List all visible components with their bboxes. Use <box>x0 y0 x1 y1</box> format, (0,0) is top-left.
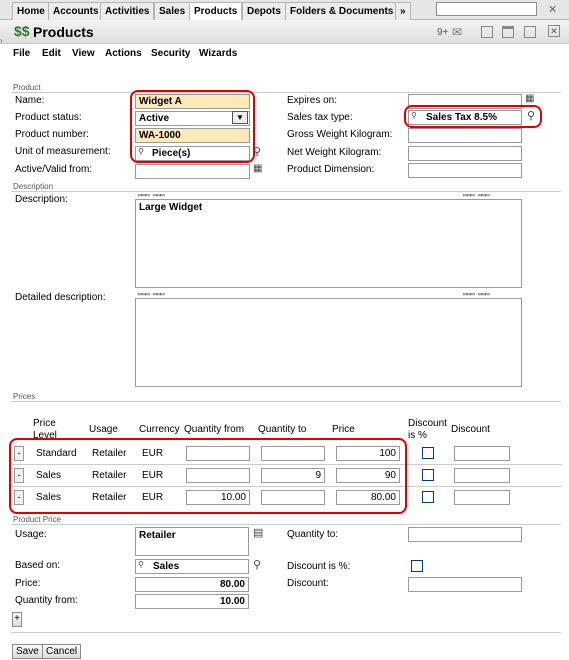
calendar-icon[interactable]: ▦ <box>525 93 534 104</box>
add-price-button[interactable]: + <box>12 612 22 627</box>
name-label: Name: <box>15 95 45 106</box>
page-title: Products <box>33 24 94 40</box>
net-weight-input[interactable] <box>408 146 522 161</box>
close-icon[interactable]: ✕ <box>548 3 557 16</box>
dimension-label: Product Dimension: <box>287 164 375 175</box>
menu-edit[interactable]: Edit <box>42 48 61 59</box>
discount-pct-checkbox[interactable] <box>422 469 434 481</box>
description-textarea[interactable]: Large Widget <box>135 199 522 288</box>
quantity-from-label: Quantity from: <box>15 595 78 606</box>
expires-label: Expires on: <box>287 95 338 106</box>
tab-accounts[interactable]: Accounts <box>48 2 104 20</box>
discount-input[interactable] <box>454 446 510 461</box>
discount-pct-checkbox[interactable] <box>411 560 423 572</box>
format-toolbar-icon[interactable]: ▭▭▭ ▭▭▭ <box>463 290 490 298</box>
valid-from-label: Active/Valid from: <box>15 164 93 175</box>
discount-label: Discount: <box>287 578 329 589</box>
calendar-icon[interactable]: ▦ <box>253 163 262 174</box>
discount-input[interactable] <box>454 468 510 483</box>
global-search-input[interactable] <box>436 2 537 16</box>
unit-label: Unit of measurement: <box>15 146 111 157</box>
usage-value: Retailer <box>139 530 176 541</box>
header-discount: Discount <box>451 424 490 435</box>
usage-label: Usage: <box>15 529 47 540</box>
cancel-button[interactable]: Cancel <box>42 644 82 659</box>
gross-weight-input[interactable] <box>408 128 522 143</box>
description-value: Large Widget <box>139 202 203 213</box>
price-input[interactable]: 80.00 <box>135 577 249 592</box>
section-product: Product <box>13 83 41 92</box>
tab-more[interactable]: » <box>395 2 411 20</box>
discount-input[interactable] <box>408 577 522 592</box>
format-toolbar-icon[interactable]: ▭▭▭ ▭▭▭ <box>463 191 490 199</box>
menu-actions[interactable]: Actions <box>105 48 142 59</box>
status-label: Product status: <box>15 112 82 123</box>
tab-depots[interactable]: Depots <box>242 2 286 20</box>
quantity-from-input[interactable]: 10.00 <box>135 594 249 609</box>
maximize-icon[interactable] <box>524 26 536 38</box>
lookup-search-icon[interactable]: ⚲ <box>253 558 261 571</box>
tab-products[interactable]: Products <box>189 2 243 21</box>
highlight-box-product <box>130 90 255 163</box>
close-window-icon[interactable]: ✕ <box>548 25 560 37</box>
format-toolbar-icon[interactable]: ▭▭▭ ▭▭▭ <box>138 290 165 298</box>
divider <box>11 524 561 525</box>
section-product-price: Product Price <box>13 515 62 524</box>
discount-input[interactable] <box>454 490 510 505</box>
tab-sales[interactable]: Sales <box>154 2 191 20</box>
quantity-to-input[interactable] <box>408 527 522 542</box>
header-quantity-from: Quantity from <box>184 424 245 435</box>
divider <box>11 401 561 402</box>
format-toolbar-icon[interactable]: ▭▭▭ ▭▭▭ <box>138 191 165 199</box>
product-number-label: Product number: <box>15 129 89 140</box>
menu-security[interactable]: Security <box>151 48 190 59</box>
products-icon: $$ <box>14 23 30 39</box>
menu-wizards[interactable]: Wizards <box>199 48 237 59</box>
usage-picker-icon[interactable]: ▤ <box>253 526 263 539</box>
price-label: Price: <box>15 578 41 589</box>
notification-count: 9+ <box>437 27 449 38</box>
divider <box>11 632 561 633</box>
quantity-to-label: Quantity to: <box>287 529 339 540</box>
header-discount-pct: Discount is % <box>408 418 447 441</box>
header-currency: Currency <box>139 424 180 435</box>
restore-icon[interactable] <box>502 26 514 38</box>
based-on-input[interactable]: Sales <box>135 559 249 574</box>
search-icon: ⚲ <box>138 560 144 569</box>
section-description: Description <box>13 182 54 191</box>
usage-textarea[interactable]: Retailer <box>135 527 249 556</box>
mail-icon[interactable]: ✉ <box>452 25 462 39</box>
menu-view[interactable]: View <box>72 48 95 59</box>
description-label: Description: <box>15 194 68 205</box>
discount-pct-label: Discount is %: <box>287 561 351 572</box>
tax-label: Sales tax type: <box>287 112 353 123</box>
detailed-description-textarea[interactable] <box>135 298 522 387</box>
minimize-icon[interactable] <box>481 26 493 38</box>
header-usage: Usage <box>89 424 118 435</box>
tab-folders-documents[interactable]: Folders & Documents <box>285 2 399 20</box>
dimension-input[interactable] <box>408 163 522 178</box>
discount-pct-checkbox[interactable] <box>422 491 434 503</box>
based-on-label: Based on: <box>15 560 61 571</box>
header-quantity-to: Quantity to <box>258 424 307 435</box>
valid-from-input[interactable] <box>135 164 250 179</box>
tab-activities[interactable]: Activities <box>100 2 155 20</box>
highlight-box-prices <box>9 438 407 514</box>
sidebar-toggle-icon[interactable]: › <box>0 36 3 45</box>
net-weight-label: Net Weight Kilogram: <box>287 147 382 158</box>
detailed-description-label: Detailed description: <box>15 292 106 303</box>
header-price: Price <box>332 424 355 435</box>
gross-weight-label: Gross Weight Kilogram: <box>287 129 393 140</box>
section-prices: Prices <box>13 392 36 401</box>
highlight-box-tax <box>404 105 542 128</box>
tab-home[interactable]: Home <box>12 2 50 20</box>
menu-file[interactable]: File <box>13 48 30 59</box>
discount-pct-checkbox[interactable] <box>422 447 434 459</box>
divider <box>11 92 561 93</box>
save-button[interactable]: Save <box>12 644 43 659</box>
